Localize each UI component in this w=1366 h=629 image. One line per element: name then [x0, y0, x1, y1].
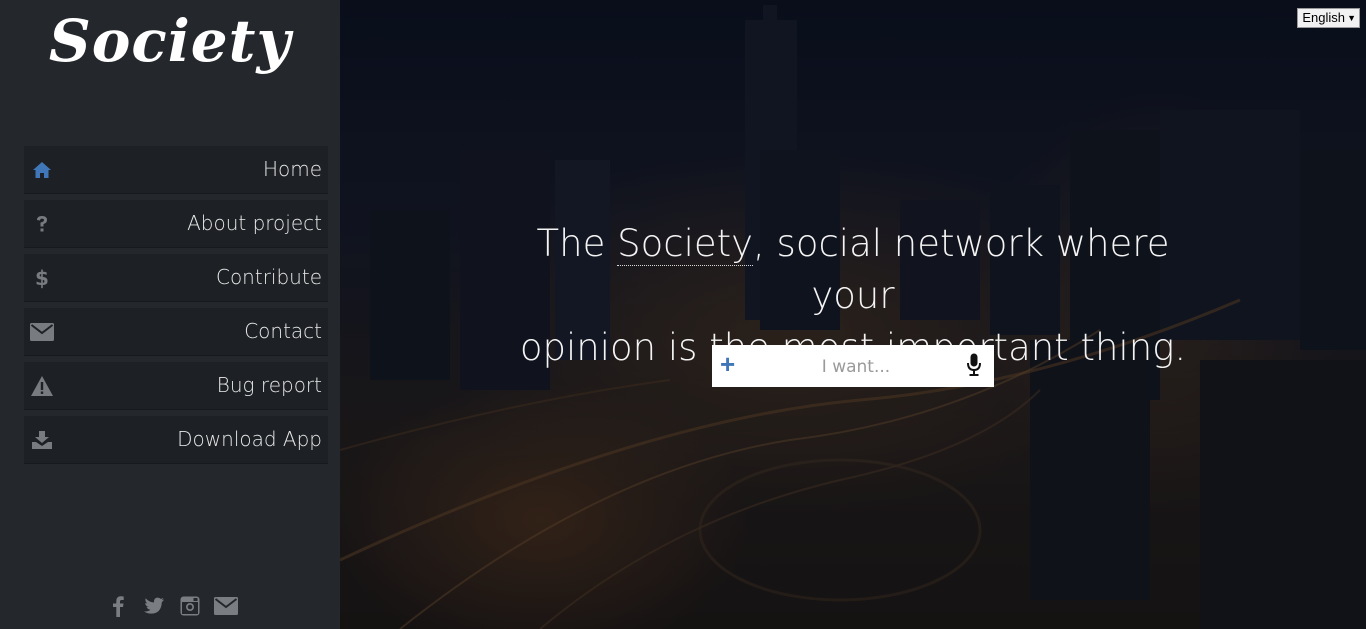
question-icon [30, 213, 54, 235]
nav-item-about[interactable]: About project [24, 200, 328, 248]
svg-text:$: $ [35, 267, 49, 289]
nav-item-label: Contact [244, 319, 322, 343]
social-links [0, 594, 342, 618]
warning-icon [30, 375, 54, 397]
language-select[interactable]: English ▼ [1297, 8, 1360, 28]
nav-item-contribute[interactable]: $ Contribute [24, 254, 328, 302]
instagram-icon[interactable] [178, 594, 202, 618]
search-box: + [712, 345, 994, 387]
home-icon [30, 159, 54, 181]
nav-item-label: About project [187, 211, 322, 235]
headline-line1-suffix: , social network where your [753, 222, 1170, 317]
chevron-down-icon: ▼ [1347, 13, 1356, 23]
nav-item-label: Bug report [216, 373, 322, 397]
nav-item-label: Download App [177, 427, 322, 451]
language-selected: English [1302, 10, 1345, 25]
search-input[interactable] [752, 351, 960, 383]
microphone-icon[interactable] [966, 353, 986, 379]
envelope-icon [30, 321, 54, 343]
nav-item-label: Contribute [215, 265, 322, 289]
twitter-icon[interactable] [142, 594, 166, 618]
hero-section: English ▼ The Society, social network wh… [340, 0, 1366, 629]
site-logo[interactable]: Society [0, 0, 340, 90]
nav-item-label: Home [262, 157, 322, 181]
facebook-icon[interactable] [106, 594, 130, 618]
nav-item-home[interactable]: Home [24, 146, 328, 194]
headline-prefix: The [536, 222, 618, 265]
mail-icon[interactable] [214, 594, 238, 618]
plus-icon[interactable]: + [720, 351, 744, 377]
headline-brand: Society [617, 222, 754, 266]
main-nav: Home About project $ Contribute Contact … [24, 146, 328, 470]
download-icon [30, 429, 54, 451]
nav-item-contact[interactable]: Contact [24, 308, 328, 356]
nav-item-download-app[interactable]: Download App [24, 416, 328, 464]
sidebar: Society Home About project $ Contribute … [0, 0, 340, 629]
nav-item-bug-report[interactable]: Bug report [24, 362, 328, 410]
dollar-icon: $ [30, 267, 54, 289]
